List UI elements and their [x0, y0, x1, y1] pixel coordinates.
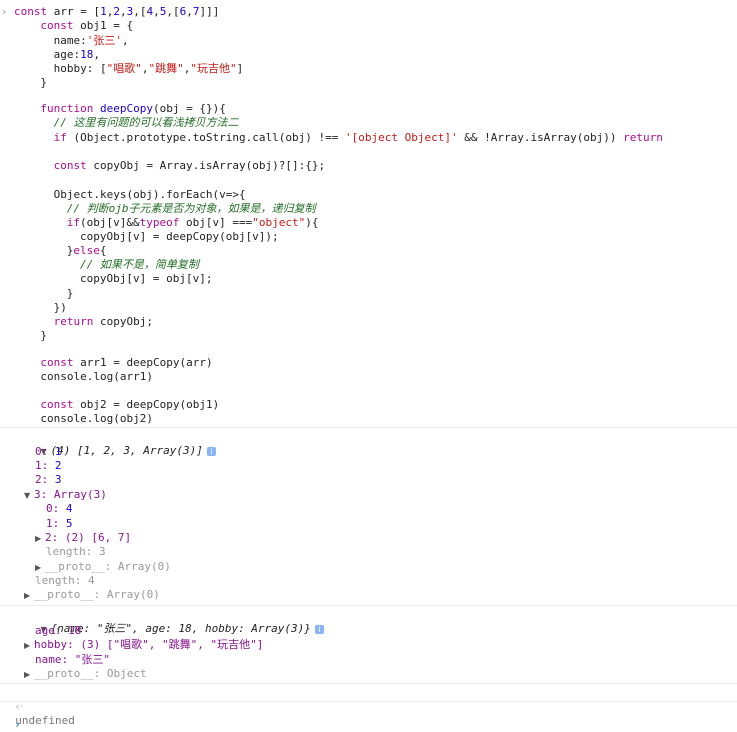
object-summary-row[interactable]: ▼ {name: "张三", age: 18, hobby: Array(3)} i	[14, 608, 324, 635]
nested-length: length: 3	[46, 545, 106, 558]
separator	[0, 605, 737, 606]
separator	[0, 701, 737, 702]
code-line: copyObj[v] = deepCopy(obj[v]);	[80, 230, 279, 243]
code-line: hobby: ["唱歌","跳舞","玩吉他"]	[53, 62, 244, 75]
code-line: }	[66, 287, 74, 300]
code-line: console.log(arr1)	[40, 370, 153, 383]
object-summary: {name: "张三", age: 18, hobby: Array(3)}	[50, 622, 311, 635]
code-line: copyObj[v] = obj[v];	[80, 272, 213, 285]
collapsed-triangle-icon[interactable]: ▶	[24, 639, 34, 653]
separator	[0, 427, 737, 428]
nested-item-0: 0: 4	[46, 502, 73, 515]
console-input-entry: › const arr = [1,2,3,[4,5,[6,7]]] const o…	[0, 0, 737, 426]
nested-array-row[interactable]: ▼ 3: Array(3)	[24, 488, 107, 502]
collapsed-triangle-icon[interactable]: ▶	[35, 532, 45, 546]
collapsed-triangle-icon[interactable]: ▶	[24, 589, 34, 603]
chevron-right-icon: ›	[2, 5, 7, 18]
code-line: // 判断ojb子元素是否为对象，如果是，递归复制	[66, 202, 316, 215]
code-line: if(obj[v]&&typeof obj[v] ==="object"){	[66, 216, 319, 229]
code-line: // 这里有问题的可以看浅拷贝方法二	[53, 116, 239, 129]
console-prompt[interactable]: ›	[2, 704, 732, 731]
code-line: console.log(obj2)	[40, 412, 153, 425]
code-line: const obj1 = {	[40, 19, 134, 32]
info-icon[interactable]: i	[206, 446, 216, 456]
code-line: }	[40, 76, 48, 89]
expand-triangle-icon[interactable]: ▼	[24, 489, 34, 503]
code-line: const arr = [1,2,3,[4,5,[6,7]]]	[14, 5, 220, 18]
array-item-1: 1: 2	[35, 459, 62, 472]
array-item-0: 0: 1	[35, 445, 62, 458]
object-age: age: 18	[35, 624, 82, 637]
code-line: const obj2 = deepCopy(obj1)	[40, 398, 220, 411]
code-line: }else{	[66, 244, 107, 257]
prompt-chevron-icon: ›	[15, 718, 20, 731]
nested-proto-row[interactable]: ▶ __proto__: Array(0)	[35, 560, 171, 574]
separator	[0, 683, 737, 684]
array-proto-row[interactable]: ▶ __proto__: Array(0)	[24, 588, 160, 602]
nested-item-1: 1: 5	[46, 517, 73, 530]
collapsed-triangle-icon[interactable]: ▶	[24, 668, 34, 682]
code-line: const arr1 = deepCopy(arr)	[40, 356, 213, 369]
info-icon[interactable]: i	[314, 624, 324, 634]
array-output: ▼ (4) [1, 2, 3, Array(3)] i 0: 1 1: 2 2: 3…	[0, 430, 737, 606]
object-output: ▼ {name: "张三", age: 18, hobby: Array(3)} i…	[0, 608, 737, 684]
nested-child-row[interactable]: ▶ 2: (2) [6, 7]	[35, 531, 131, 545]
object-hobby-row[interactable]: ▶ hobby: (3) ["唱歌", "跳舞", "玩吉他"]	[24, 638, 263, 652]
code-line: age:18,	[53, 48, 100, 61]
code-line: // 如果不是，简单复制	[80, 258, 199, 271]
result-row: ‹· undefined	[2, 686, 75, 727]
array-summary: (4) [1, 2, 3, Array(3)]	[50, 444, 203, 457]
array-item-2: 2: 3	[35, 473, 62, 486]
object-proto-row[interactable]: ▶ __proto__: Object	[24, 667, 147, 681]
code-line: })	[53, 301, 67, 314]
array-length: length: 4	[35, 574, 95, 587]
code-line: function deepCopy(obj = {}){	[40, 102, 226, 115]
object-name: name: "张三"	[35, 653, 110, 666]
collapsed-triangle-icon[interactable]: ▶	[35, 561, 45, 575]
code-line: Object.keys(obj).forEach(v=>{	[53, 188, 246, 201]
array-summary-row[interactable]: ▼ (4) [1, 2, 3, Array(3)] i	[14, 430, 216, 457]
code-line: const copyObj = Array.isArray(obj)?[]:{}…	[53, 159, 326, 172]
code-line: }	[40, 329, 48, 342]
code-line: name:'张三',	[53, 34, 129, 47]
code-line: return copyObj;	[53, 315, 153, 328]
code-line: if (Object.prototype.toString.call(obj) …	[53, 131, 663, 144]
